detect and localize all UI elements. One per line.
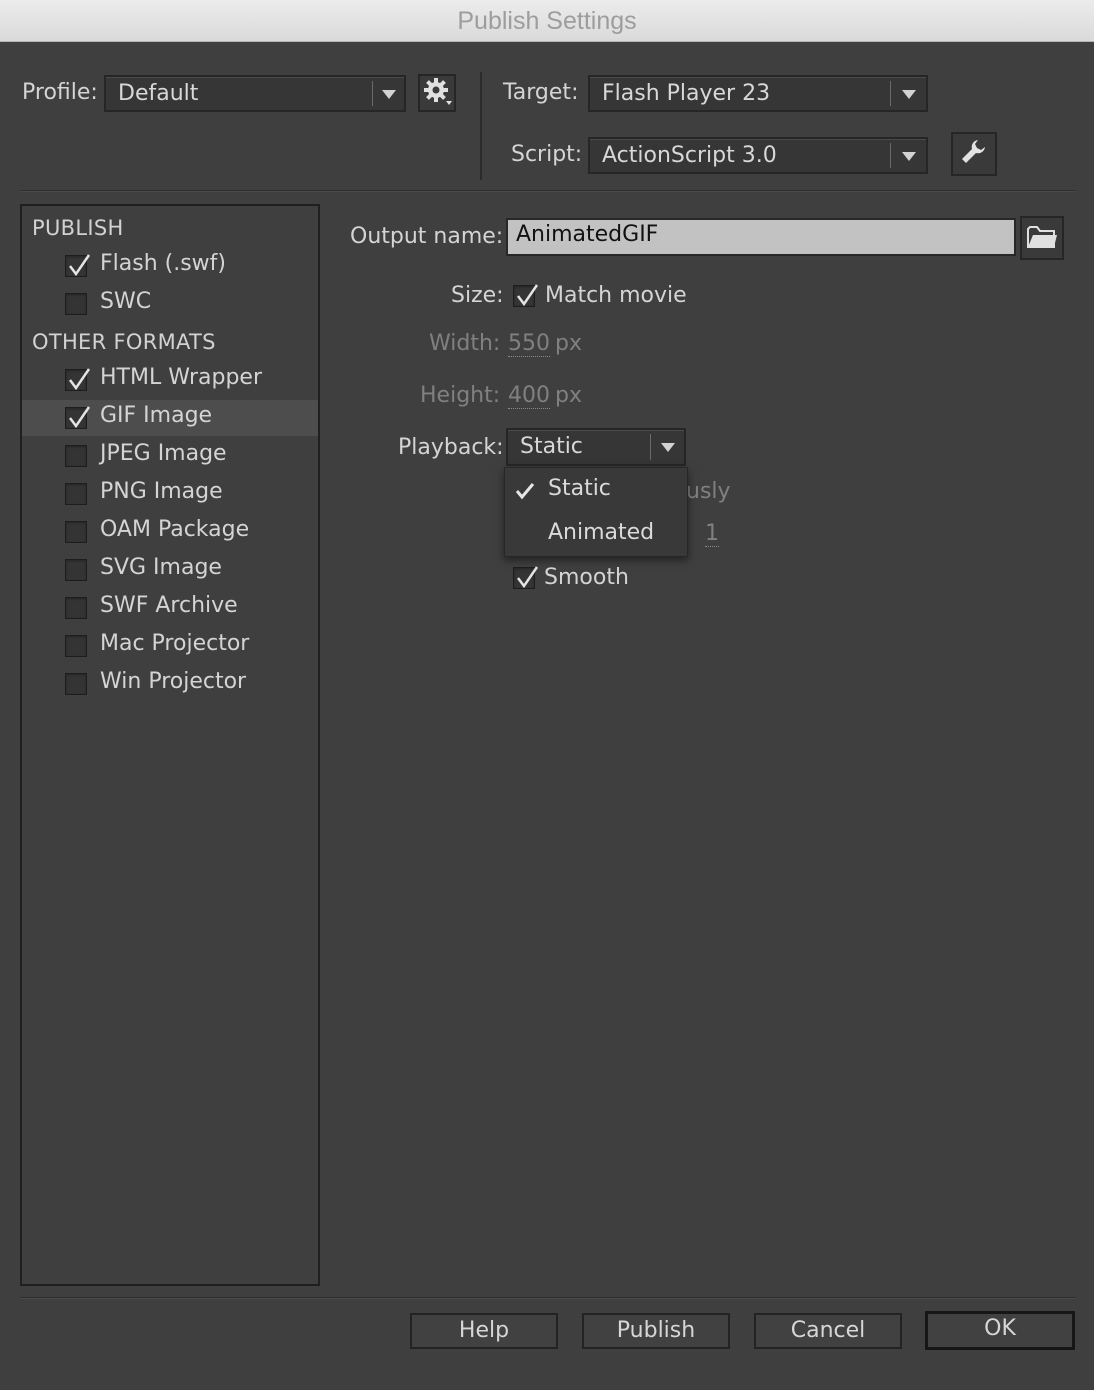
help-button[interactable]: Help bbox=[410, 1313, 558, 1349]
height-label: Height: bbox=[420, 383, 501, 408]
playback-option-animated[interactable]: Animated bbox=[505, 514, 687, 554]
swf-archive-checkbox[interactable] bbox=[65, 597, 87, 619]
format-label: SWC bbox=[100, 289, 152, 314]
format-item-png-image[interactable]: PNG Image bbox=[22, 476, 318, 512]
footer-separator bbox=[20, 1297, 1076, 1299]
win-projector-checkbox[interactable] bbox=[65, 673, 87, 695]
checkmark-icon bbox=[69, 406, 91, 429]
html-wrapper-checkbox[interactable] bbox=[65, 368, 91, 391]
option-label: Static bbox=[548, 476, 611, 501]
smooth-checkbox[interactable] bbox=[513, 566, 539, 589]
format-label: HTML Wrapper bbox=[100, 365, 263, 390]
profile-value: Default bbox=[118, 81, 199, 106]
width-value: 550 bbox=[508, 331, 550, 357]
format-label: GIF Image bbox=[100, 403, 213, 428]
chevron-down-icon bbox=[661, 443, 675, 452]
format-label: Flash (.swf) bbox=[100, 251, 227, 276]
format-label: Mac Projector bbox=[100, 631, 250, 656]
format-item-flash[interactable]: Flash (.swf) bbox=[22, 248, 318, 284]
checkmark-icon bbox=[69, 254, 91, 277]
checkmark-icon bbox=[517, 284, 539, 307]
folder-icon bbox=[1026, 223, 1058, 253]
playback-option-static[interactable]: Static bbox=[505, 470, 687, 510]
formats-panel: PUBLISH Flash (.swf) SWC OTHER FORMATS H… bbox=[20, 204, 320, 1286]
swc-checkbox[interactable] bbox=[65, 293, 87, 315]
checkmark-icon bbox=[515, 483, 535, 500]
publish-heading: PUBLISH bbox=[32, 216, 124, 240]
publish-button[interactable]: Publish bbox=[582, 1313, 730, 1349]
png-image-checkbox[interactable] bbox=[65, 483, 87, 505]
chevron-down-icon bbox=[902, 90, 916, 99]
size-label: Size: bbox=[451, 283, 504, 308]
jpeg-image-checkbox[interactable] bbox=[65, 445, 87, 467]
profile-dropdown[interactable]: Default bbox=[104, 75, 406, 112]
flash-checkbox[interactable] bbox=[65, 254, 91, 277]
script-label: Script: bbox=[511, 142, 583, 167]
gif-image-checkbox[interactable] bbox=[65, 406, 91, 429]
repeat-count-value: 1 bbox=[705, 521, 719, 547]
option-label: Animated bbox=[548, 520, 655, 545]
format-label: SVG Image bbox=[100, 555, 222, 580]
format-item-svg-image[interactable]: SVG Image bbox=[22, 552, 318, 588]
format-item-swc[interactable]: SWC bbox=[22, 286, 318, 322]
script-settings-button[interactable] bbox=[951, 132, 997, 176]
checkmark-icon bbox=[517, 566, 539, 589]
format-label: PNG Image bbox=[100, 479, 223, 504]
height-unit: px bbox=[555, 383, 582, 408]
format-item-mac-projector[interactable]: Mac Projector bbox=[22, 628, 318, 664]
playback-value: Static bbox=[520, 434, 583, 459]
window-title: Publish Settings bbox=[0, 0, 1094, 42]
format-label: SWF Archive bbox=[100, 593, 238, 618]
header-separator bbox=[20, 190, 1076, 192]
output-name-label: Output name: bbox=[350, 224, 504, 249]
target-value: Flash Player 23 bbox=[602, 81, 771, 106]
format-item-oam-package[interactable]: OAM Package bbox=[22, 514, 318, 550]
header-divider bbox=[480, 72, 482, 180]
output-name-field[interactable]: AnimatedGIF bbox=[506, 218, 1016, 256]
script-value: ActionScript 3.0 bbox=[602, 143, 777, 168]
ok-button[interactable]: OK bbox=[925, 1311, 1075, 1350]
chevron-down-icon bbox=[902, 152, 916, 161]
cancel-button[interactable]: Cancel bbox=[754, 1313, 902, 1349]
profile-settings-button[interactable] bbox=[418, 74, 456, 112]
output-name-value: AnimatedGIF bbox=[516, 222, 659, 247]
chevron-down-icon bbox=[382, 90, 396, 99]
playback-dropdown[interactable]: Static bbox=[506, 428, 686, 466]
wrench-icon bbox=[959, 137, 989, 171]
format-label: JPEG Image bbox=[100, 441, 227, 466]
format-item-win-projector[interactable]: Win Projector bbox=[22, 666, 318, 702]
format-label: Win Projector bbox=[100, 669, 247, 694]
mac-projector-checkbox[interactable] bbox=[65, 635, 87, 657]
width-unit: px bbox=[555, 331, 582, 356]
format-item-html-wrapper[interactable]: HTML Wrapper bbox=[22, 362, 318, 398]
gear-icon bbox=[422, 76, 452, 110]
browse-button[interactable] bbox=[1020, 216, 1064, 260]
script-dropdown[interactable]: ActionScript 3.0 bbox=[588, 137, 928, 174]
svg-image-checkbox[interactable] bbox=[65, 559, 87, 581]
playback-label: Playback: bbox=[398, 435, 504, 460]
loop-option-label: usly bbox=[686, 479, 731, 504]
checkmark-icon bbox=[69, 368, 91, 391]
target-label: Target: bbox=[503, 80, 579, 105]
format-item-jpeg-image[interactable]: JPEG Image bbox=[22, 438, 318, 474]
match-movie-label: Match movie bbox=[545, 283, 687, 308]
profile-label: Profile: bbox=[22, 80, 98, 105]
width-label: Width: bbox=[429, 331, 501, 356]
format-label: OAM Package bbox=[100, 517, 250, 542]
match-movie-checkbox[interactable] bbox=[513, 284, 539, 307]
height-value: 400 bbox=[508, 383, 550, 409]
other-formats-heading: OTHER FORMATS bbox=[32, 330, 216, 354]
format-item-gif-image[interactable]: GIF Image bbox=[22, 400, 318, 436]
smooth-label: Smooth bbox=[544, 565, 629, 590]
target-dropdown[interactable]: Flash Player 23 bbox=[588, 75, 928, 112]
playback-menu: Static Animated bbox=[504, 467, 688, 557]
format-item-swf-archive[interactable]: SWF Archive bbox=[22, 590, 318, 626]
oam-package-checkbox[interactable] bbox=[65, 521, 87, 543]
